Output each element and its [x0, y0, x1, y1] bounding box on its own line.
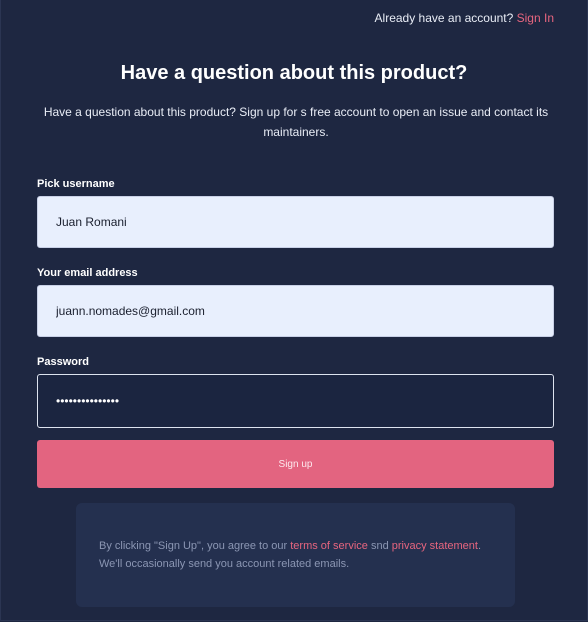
password-input[interactable]: [37, 374, 554, 428]
page-subtitle: Have a question about this product? Sign…: [43, 105, 549, 139]
username-label: Pick username: [37, 178, 115, 190]
signin-link[interactable]: Sign In: [517, 11, 554, 25]
email-input[interactable]: [37, 285, 554, 337]
username-input[interactable]: [37, 196, 554, 248]
terms-of-service-link[interactable]: terms of service: [290, 540, 368, 552]
terms-period: .: [477, 540, 482, 552]
password-label: Password: [37, 356, 89, 368]
signup-form: Pick username Your email address Passwor…: [37, 177, 554, 488]
signup-button[interactable]: Sign up: [37, 440, 554, 488]
terms-prefix: By clicking "Sign Up", you agree to our: [99, 540, 288, 552]
privacy-statement-link[interactable]: privacy statement: [392, 540, 478, 552]
account-prompt-bar: Already have an account? Sign In: [375, 11, 554, 25]
terms-notice: By clicking "Sign Up", you agree to our …: [76, 503, 515, 607]
terms-conjunction: snd: [370, 540, 389, 552]
terms-email-note: We'll occasionally send you account rela…: [99, 558, 350, 570]
account-prompt-text: Already have an account?: [374, 11, 514, 25]
page-title: Have a question about this product?: [120, 62, 468, 84]
email-label: Your email address: [37, 267, 138, 279]
